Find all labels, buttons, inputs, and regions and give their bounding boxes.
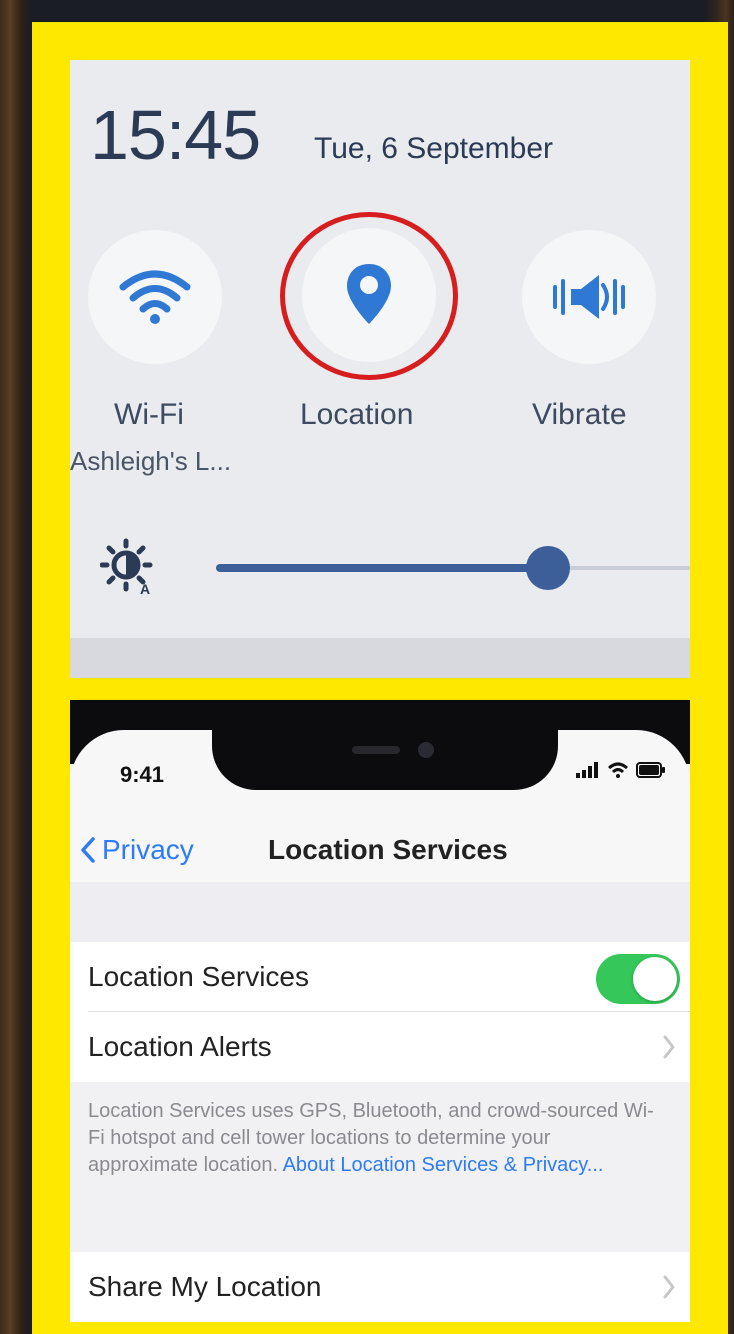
location-alerts-label: Location Alerts [88,1031,272,1062]
ios-location-services-screen: 9:41 Privacy Location Services Location … [70,700,690,1322]
wifi-tile-label: Wi-Fi [114,398,184,431]
background: 15:45 Tue, 6 September Wi-Fi Ashleigh's … [0,0,734,1334]
wifi-tile[interactable] [88,230,222,364]
location-tile[interactable] [302,228,436,362]
notch-camera [418,742,434,758]
quick-settings-footer [70,638,690,678]
location-pin-icon [347,264,391,324]
wifi-icon [608,762,628,778]
location-services-toggle[interactable] [596,954,680,1004]
clock-time: 15:45 [90,96,261,174]
toggle-knob [633,957,677,1001]
location-services-label: Location Services [88,961,310,992]
brightness-auto-icon: A [99,538,158,601]
location-alerts-row[interactable]: Location Alerts [70,1012,690,1082]
brightness-slider-thumb[interactable] [525,546,570,590]
notch-speaker [352,746,400,754]
location-services-row: Location Services [70,942,690,1012]
vibrate-icon [553,275,625,319]
vibrate-tile-label: Vibrate [532,398,627,431]
chevron-right-icon [663,1035,675,1059]
battery-icon [636,762,665,778]
location-services-description: Location Services uses GPS, Bluetooth, a… [88,1098,658,1179]
status-bar-icons [576,762,666,778]
back-button-label: Privacy [102,834,194,865]
chevron-right-icon [663,1275,675,1299]
wifi-tile-network: Ashleigh's L... [70,446,232,476]
status-bar-time: 9:41 [120,762,165,787]
back-button[interactable]: Privacy [80,834,194,866]
share-my-location-label: Share My Location [88,1271,322,1302]
clock-date: Tue, 6 September [314,132,554,165]
share-my-location-row[interactable]: Share My Location [70,1252,690,1322]
quick-settings-panel: 15:45 Tue, 6 September Wi-Fi Ashleigh's … [70,60,690,678]
signal-icon [576,762,598,778]
section-spacer [70,882,690,942]
svg-text:A: A [140,581,150,596]
vibrate-tile[interactable] [522,230,656,364]
location-tile-label: Location [300,398,414,431]
phone-notch [212,706,558,790]
brightness-slider-fill [216,564,548,572]
brightness-slider[interactable] [216,546,690,590]
about-location-privacy-link[interactable]: About Location Services & Privacy... [283,1154,604,1176]
chevron-left-icon [81,837,95,863]
page-title: Location Services [268,834,508,865]
wifi-icon [119,270,191,324]
